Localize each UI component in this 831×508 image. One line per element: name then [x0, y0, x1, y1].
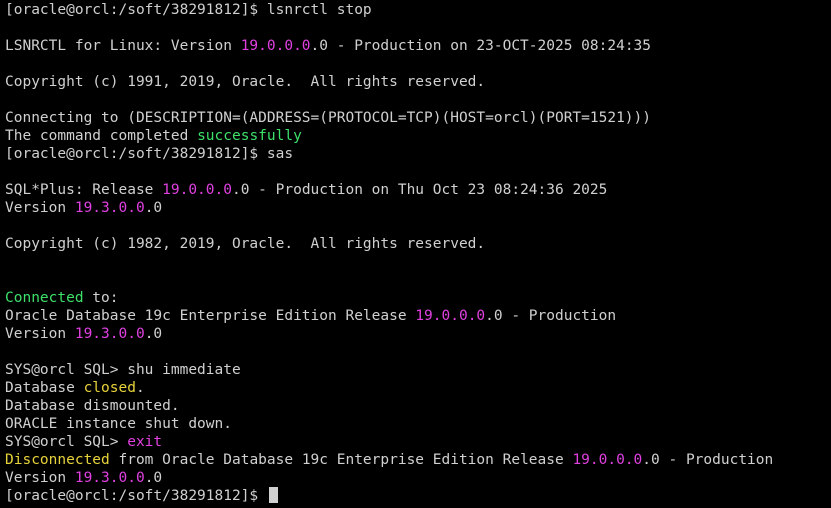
output-line: Database dismounted.: [5, 397, 831, 415]
terminal-text: Oracle Database 19c Enterprise Edition R…: [5, 308, 416, 324]
terminal-text: The command completed: [5, 128, 198, 144]
output-line: Connecting to (DESCRIPTION=(ADDRESS=(PRO…: [5, 109, 831, 127]
terminal-text: .0 - Production: [485, 308, 617, 324]
output-line: Connected to:: [5, 289, 831, 307]
terminal-text: .0: [144, 200, 163, 216]
terminal-text: SYS@orcl SQL>: [5, 434, 128, 450]
highlighted-text: 19.3.0.0: [74, 200, 145, 216]
prompt-line: [oracle@orcl:/soft/38291812]$ sas: [5, 145, 831, 163]
highlighted-text: Connected: [5, 290, 84, 306]
terminal-text: Copyright (c) 1991, 2019, Oracle. All ri…: [5, 74, 486, 90]
terminal-text: ORACLE instance shut down.: [5, 416, 232, 432]
output-line: Copyright (c) 1982, 2019, Oracle. All ri…: [5, 235, 831, 253]
sql-prompt-line: SYS@orcl SQL> shu immediate: [5, 361, 831, 379]
output-line: Copyright (c) 1991, 2019, Oracle. All ri…: [5, 73, 831, 91]
terminal-text: .: [135, 380, 145, 396]
active-prompt-line[interactable]: [oracle@orcl:/soft/38291812]$: [5, 487, 831, 505]
output-line: ORACLE instance shut down.: [5, 415, 831, 433]
output-line: The command completed successfully: [5, 127, 831, 145]
highlighted-text: 19.0.0.0: [240, 38, 311, 54]
terminal-text: Version: [5, 326, 75, 342]
terminal-text: .0 - Production on 23-OCT-2025 08:24:35: [310, 38, 652, 54]
terminal-text: [oracle@orcl:/soft/38291812]$ lsnrctl st…: [5, 2, 372, 18]
output-line: Disconnected from Oracle Database 19c En…: [5, 451, 831, 469]
terminal-text: .0: [144, 326, 163, 342]
terminal-text: Database: [5, 380, 84, 396]
terminal-text: .0: [144, 470, 163, 486]
terminal-text: SQL*Plus: Release: [5, 182, 163, 198]
output-line: SQL*Plus: Release 19.0.0.0.0 - Productio…: [5, 181, 831, 199]
terminal-text: from Oracle Database 19c Enterprise Edit…: [109, 452, 573, 468]
sql-prompt-line: SYS@orcl SQL> exit: [5, 433, 831, 451]
text-cursor: [268, 487, 278, 503]
output-line: Database closed.: [5, 379, 831, 397]
terminal-text: SYS@orcl SQL> shu immediate: [5, 362, 241, 378]
output-line: LSNRCTL for Linux: Version 19.0.0.0.0 - …: [5, 37, 831, 55]
terminal-text: Version: [5, 470, 75, 486]
highlighted-text: 19.3.0.0: [74, 470, 145, 486]
highlighted-text: 19.3.0.0: [74, 326, 145, 342]
output-line: Version 19.3.0.0.0: [5, 469, 831, 487]
output-line: Version 19.3.0.0.0: [5, 325, 831, 343]
highlighted-text: 19.0.0.0: [572, 452, 643, 468]
terminal-text: Connecting to (DESCRIPTION=(ADDRESS=(PRO…: [5, 110, 652, 126]
terminal-text: Copyright (c) 1982, 2019, Oracle. All ri…: [5, 236, 486, 252]
terminal-text: LSNRCTL for Linux: Version: [5, 38, 241, 54]
terminal-text: Database dismounted.: [5, 398, 180, 414]
highlighted-text: exit: [127, 434, 163, 450]
terminal-window[interactable]: [oracle@orcl:/soft/38291812]$ lsnrctl st…: [0, 0, 831, 508]
output-line: Oracle Database 19c Enterprise Edition R…: [5, 307, 831, 325]
highlighted-text: closed: [83, 380, 136, 396]
highlighted-text: 19.0.0.0: [162, 182, 232, 198]
terminal-text: .0 - Production on Thu Oct 23 08:24:36 2…: [231, 182, 608, 198]
output-line: Version 19.3.0.0.0: [5, 199, 831, 217]
terminal-text: Version: [5, 200, 75, 216]
highlighted-text: successfully: [197, 128, 302, 144]
terminal-text: [oracle@orcl:/soft/38291812]$: [5, 488, 267, 504]
terminal-text: [oracle@orcl:/soft/38291812]$ sas: [5, 146, 294, 162]
highlighted-text: Disconnected: [5, 452, 110, 468]
prompt-line: [oracle@orcl:/soft/38291812]$ lsnrctl st…: [5, 1, 831, 19]
terminal-text: to:: [83, 290, 119, 306]
highlighted-text: 19.0.0.0: [415, 308, 486, 324]
terminal-text: .0 - Production: [642, 452, 774, 468]
